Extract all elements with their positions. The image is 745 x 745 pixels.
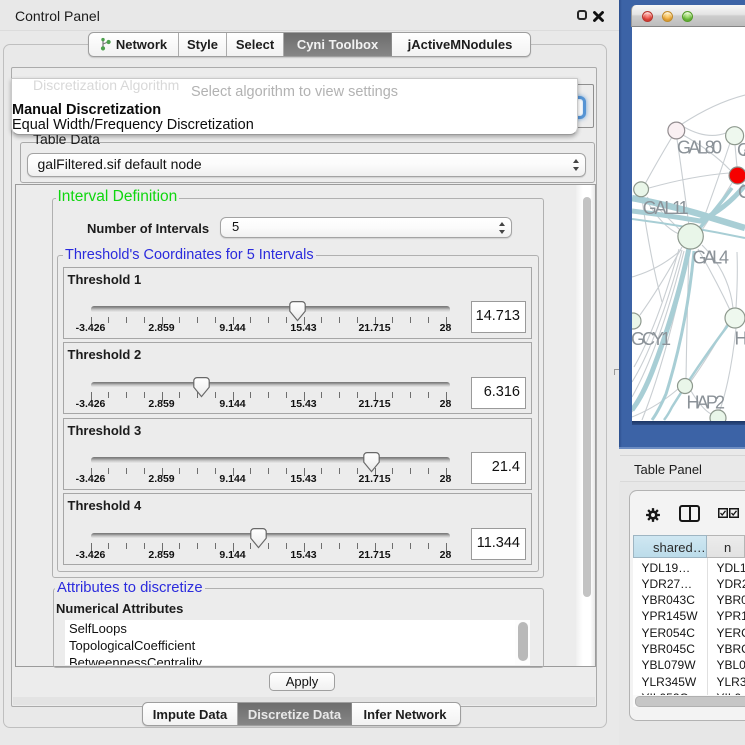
svg-text:HAP2: HAP2	[687, 393, 726, 413]
svg-text:GAL80: GAL80	[677, 138, 722, 158]
svg-text:C: C	[738, 182, 745, 202]
svg-text:GA: GA	[737, 140, 745, 160]
svg-text:H: H	[735, 329, 745, 349]
svg-text:GAL4: GAL4	[693, 248, 730, 268]
svg-text:GAL11: GAL11	[643, 198, 689, 218]
svg-text:GCY1: GCY1	[632, 329, 671, 349]
